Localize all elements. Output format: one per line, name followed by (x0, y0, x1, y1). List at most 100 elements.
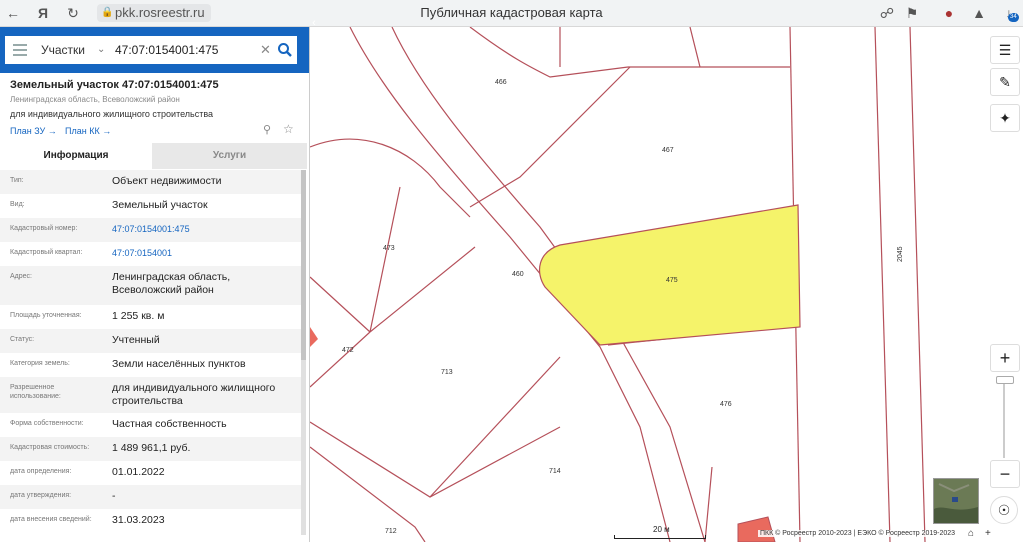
clear-icon[interactable]: ✕ (260, 36, 271, 64)
minimap[interactable] (933, 478, 979, 524)
zoom-to-object-icon[interactable]: ⚲ (263, 124, 275, 136)
search-input[interactable] (115, 40, 255, 60)
tab-info[interactable]: Информация (0, 143, 152, 169)
collections-icon[interactable]: ▲ (970, 4, 988, 22)
parcel-boundary (310, 331, 371, 388)
collapse-panel-icon[interactable]: ‹ (309, 15, 319, 31)
tab-services[interactable]: Услуги (152, 143, 307, 169)
cadastral-map[interactable]: 466 467 473 460 475 2045 472 713 476 714… (310, 27, 1023, 542)
parcel-boundary (369, 246, 476, 333)
lock-icon: 🔒 (101, 7, 114, 18)
row-value: 1 489 961,1 руб. (112, 442, 191, 454)
row-key: Категория земель: (10, 360, 70, 367)
parcel-boundary (310, 138, 471, 218)
yandex-icon[interactable]: Я (34, 4, 52, 22)
row-key: дата утверждения: (10, 492, 72, 499)
back-icon[interactable]: ← (4, 4, 22, 22)
download-badge: 34 (1008, 13, 1019, 22)
table-row: Вид: Земельный участок (0, 194, 301, 218)
arrow-right-icon: → (102, 126, 112, 136)
row-value: - (112, 490, 116, 502)
scrollbar-thumb[interactable] (301, 170, 306, 360)
row-value: 01.01.2022 (112, 466, 165, 478)
object-region: Ленинградская область, Всеволожский райо… (10, 95, 180, 104)
parcel-boundary (429, 356, 561, 498)
zoom-slider-thumb[interactable] (996, 376, 1014, 384)
plan-kk-link[interactable]: План КК → (65, 126, 111, 136)
row-value: Учтенный (112, 334, 160, 346)
chevron-down-icon[interactable]: ⌄ (97, 36, 105, 64)
row-key: Кадастровый номер: (10, 225, 78, 232)
search-bar: Участки ⌄ ✕ (0, 27, 309, 73)
object-title: Земельный участок 47:07:0154001:475 (10, 79, 219, 91)
parcel-label-472: 472 (342, 347, 354, 354)
compass-icon[interactable]: ☉ (990, 496, 1018, 524)
parcel-boundary (704, 466, 713, 542)
arrow-right-icon: → (47, 126, 57, 136)
add-icon[interactable]: + (985, 528, 991, 539)
row-value: Земельный участок (112, 199, 208, 211)
building (310, 327, 318, 347)
locate-icon[interactable]: ✦ (990, 104, 1020, 132)
parcel-label-712: 712 (385, 528, 397, 535)
table-row: Площадь уточненная: 1 255 кв. м (0, 305, 301, 329)
parcel-boundary (909, 27, 926, 542)
browser-toolbar: ← Я ↻ 🔒 pkk.rosreestr.ru Публичная кадас… (0, 0, 1023, 27)
search-icon[interactable] (277, 42, 293, 58)
row-value: Ленинградская область, Всеволожский райо… (112, 271, 231, 296)
table-row: Тип: Объект недвижимости (0, 170, 301, 194)
reload-icon[interactable]: ↻ (64, 4, 82, 22)
cadastral-number-link[interactable]: 47:07:0154001:475 (112, 223, 302, 236)
protect-icon[interactable]: ☍ (878, 4, 896, 22)
zoom-in-button[interactable]: + (990, 344, 1020, 372)
plan-kk-label: План КК (65, 126, 100, 136)
row-key: Разрешенное использование: (10, 384, 61, 400)
scrollbar[interactable] (301, 170, 306, 535)
cadastral-quarter-link[interactable]: 47:07:0154001 (112, 247, 302, 260)
row-value: Объект недвижимости (112, 175, 222, 187)
table-row: Адрес: Ленинградская область, Всеволожск… (0, 266, 301, 305)
address-bar[interactable]: 🔒 pkk.rosreestr.ru (97, 4, 211, 22)
menu-icon[interactable] (13, 44, 27, 56)
layers-icon[interactable]: ☰ (990, 36, 1020, 64)
attribute-table: Тип: Объект недвижимости Вид: Земельный … (0, 170, 301, 533)
parcel-boundary (874, 27, 891, 542)
zoom-slider[interactable] (1003, 378, 1005, 458)
plan-zu-label: План ЗУ (10, 126, 46, 136)
bookmark-icon[interactable]: ⚑ (903, 4, 921, 22)
tabs: Информация Услуги (0, 143, 307, 169)
parcel-label-473: 473 (383, 245, 395, 252)
download-icon[interactable]: ↓ 34 (1000, 4, 1019, 22)
row-key: дата внесения сведений: (10, 516, 92, 523)
parcel-label-475: 475 (666, 277, 678, 284)
row-value: 31.03.2023 (112, 514, 165, 526)
parcel-label-713: 713 (441, 369, 453, 376)
scale-bar (614, 535, 706, 539)
parcel-label-714: 714 (549, 468, 561, 475)
row-value: Частная собственность (112, 418, 227, 430)
table-row: Статус: Учтенный (0, 329, 301, 353)
parcel-label-2045: 2045 (897, 246, 904, 262)
extension-icon[interactable]: ● (940, 4, 958, 22)
table-row: Кадастровый номер: 47:07:0154001:475 (0, 218, 301, 242)
scale-label: 20 м (653, 525, 670, 534)
home-icon[interactable]: ⌂ (968, 528, 974, 539)
address-bar-url: pkk.rosreestr.ru (115, 5, 205, 20)
zoom-out-button[interactable]: − (990, 460, 1020, 488)
star-icon[interactable]: ☆ (283, 123, 294, 135)
ruler-icon[interactable]: ✎ (990, 68, 1020, 96)
table-row: Кадастровая стоимость: 1 489 961,1 руб. (0, 437, 301, 461)
plan-zu-link[interactable]: План ЗУ → (10, 126, 57, 136)
row-key: Кадастровая стоимость: (10, 444, 90, 451)
object-type-select[interactable]: Участки (41, 36, 85, 64)
object-use: для индивидуального жилищного строительс… (10, 109, 214, 119)
row-key: Вид: (10, 201, 25, 208)
table-row: дата внесения сведений: 31.03.2023 (0, 509, 301, 533)
row-key: Форма собственности: (10, 420, 84, 427)
row-key: Кадастровый квартал: (10, 249, 83, 256)
table-row: дата утверждения: - (0, 485, 301, 509)
row-value: 1 255 кв. м (112, 310, 165, 322)
parcel-label-476: 476 (720, 401, 732, 408)
parcel-label-466: 466 (495, 79, 507, 86)
table-row: Категория земель: Земли населённых пункт… (0, 353, 301, 377)
